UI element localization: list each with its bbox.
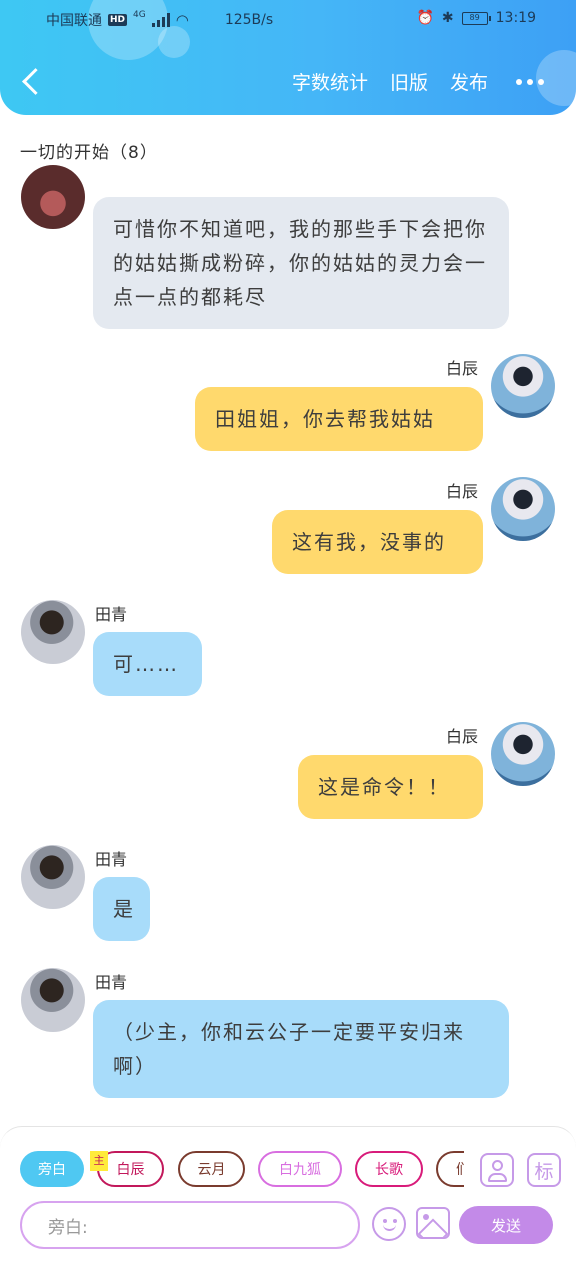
word-count-link[interactable]: 字数统计 <box>292 68 368 95</box>
chip-character[interactable]: 长歌 <box>355 1151 423 1187</box>
chip-character[interactable]: 白九狐 <box>258 1151 342 1187</box>
message-bubble: 可…… <box>93 632 202 696</box>
composer-panel: 旁白 主 白辰 云月 白九狐 长歌 们 标 旁白: 发送 <box>0 1126 576 1280</box>
avatar[interactable] <box>491 477 555 541</box>
signal-icon <box>151 13 170 27</box>
avatar[interactable] <box>21 600 85 664</box>
chapter-title: 一切的开始（8） <box>20 143 158 163</box>
send-button[interactable]: 发送 <box>459 1206 553 1244</box>
back-button[interactable] <box>18 64 48 100</box>
sender-name: 田青 <box>95 973 128 992</box>
message-input[interactable]: 旁白: <box>20 1201 360 1249</box>
protagonist-tag: 主 <box>90 1151 108 1171</box>
message-bubble: 这是命令！！ <box>298 755 483 819</box>
chip-character[interactable]: 们 <box>436 1151 464 1187</box>
alarm-icon: ⏰ <box>416 10 434 26</box>
message-bubble: 这有我，没事的 <box>272 510 483 574</box>
network-speed: 125B/s <box>224 12 274 28</box>
carrier-label: 中国联通 <box>46 13 102 29</box>
avatar[interactable] <box>21 968 85 1032</box>
sender-name: 白辰 <box>446 727 479 746</box>
chip-character[interactable]: 云月 <box>178 1151 245 1187</box>
message-bubble: 田姐姐，你去帮我姑姑 <box>195 387 483 451</box>
chip-narrator[interactable]: 旁白 <box>20 1151 84 1187</box>
hd-badge: HD <box>108 14 128 26</box>
message-bubble: 可惜你不知道吧，我的那些手下会把你的姑姑撕成粉碎，你的姑姑的灵力会一点一点的都耗… <box>93 197 509 329</box>
publish-link[interactable]: 发布 <box>450 68 488 95</box>
more-icon[interactable] <box>510 78 544 85</box>
sender-name: 白辰 <box>446 482 479 501</box>
sender-name: 白辰 <box>446 359 479 378</box>
wifi-icon: ◠ <box>175 11 189 29</box>
network-label: 4G <box>133 10 146 20</box>
clock: 13:19 <box>495 10 536 26</box>
avatar[interactable] <box>21 845 85 909</box>
battery-icon: 89 <box>461 11 491 25</box>
message-bubble: 是 <box>93 877 150 941</box>
emoji-icon[interactable] <box>372 1207 406 1241</box>
message-bubble: （少主，你和云公子一定要平安归来啊） <box>93 1000 509 1098</box>
old-version-link[interactable]: 旧版 <box>390 68 428 95</box>
header-actions: 字数统计 旧版 发布 <box>292 68 544 95</box>
avatar[interactable] <box>491 354 555 418</box>
bluetooth-icon: ✱ <box>441 10 454 26</box>
sender-name: 田青 <box>95 850 128 869</box>
character-manage-icon[interactable] <box>480 1153 514 1187</box>
sender-name: 田青 <box>95 605 128 624</box>
avatar[interactable] <box>491 722 555 786</box>
character-chip-row[interactable]: 旁白 主 白辰 云月 白九狐 长歌 们 <box>20 1151 464 1189</box>
status-bar: 中国联通 HD 4G ◠ 125B/s ⏰ ✱ 89 13:19 <box>0 8 576 32</box>
mark-icon[interactable]: 标 <box>527 1153 561 1187</box>
avatar[interactable] <box>21 165 85 229</box>
image-icon[interactable] <box>416 1207 450 1239</box>
top-header: 中国联通 HD 4G ◠ 125B/s ⏰ ✱ 89 13:19 字数统计 旧版… <box>0 0 576 115</box>
